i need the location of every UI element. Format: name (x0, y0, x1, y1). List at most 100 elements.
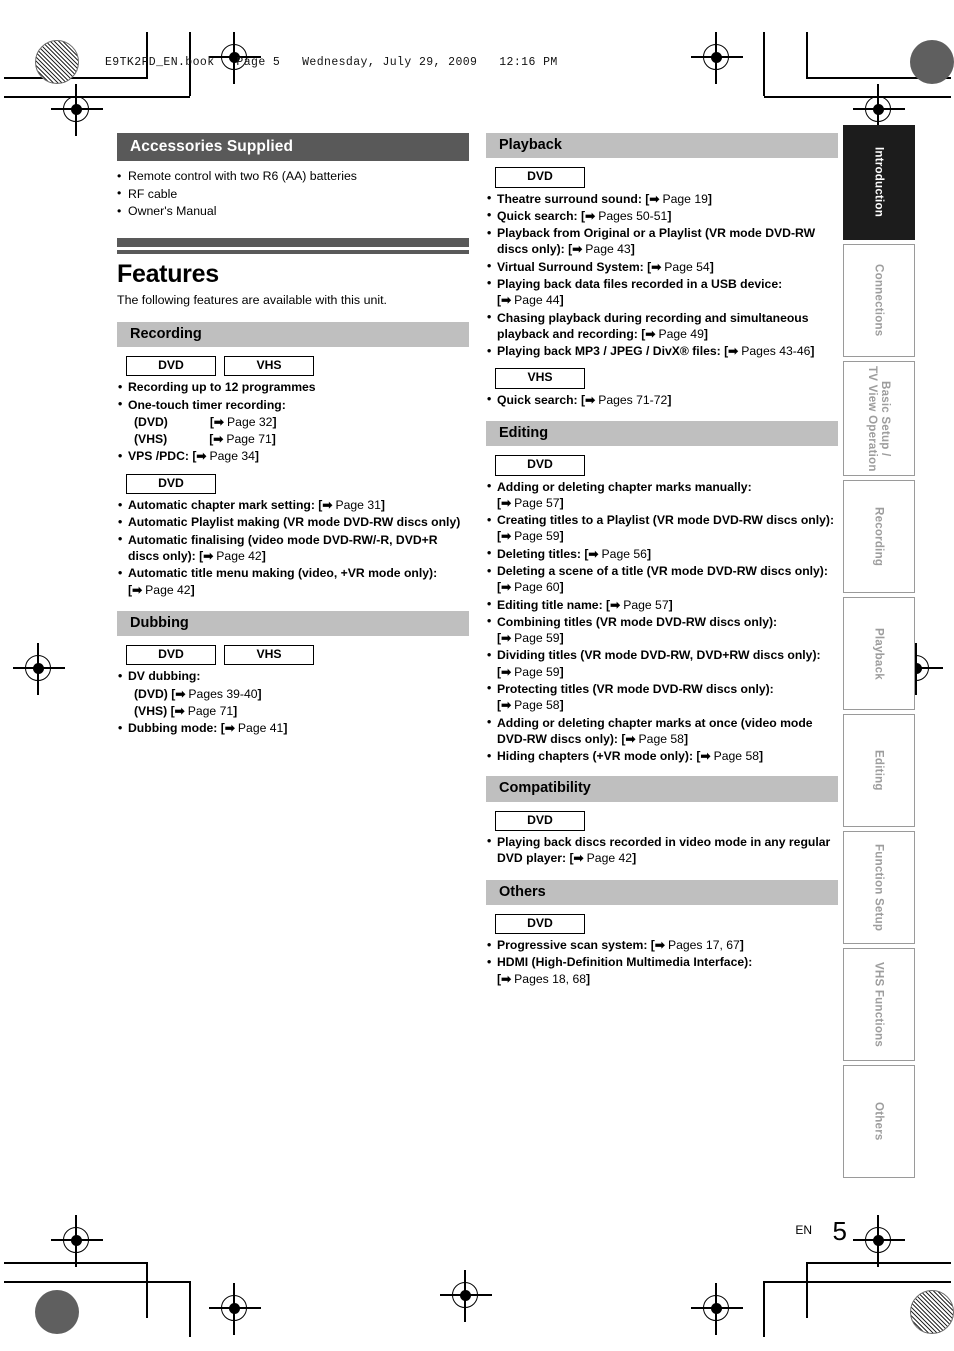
accessories-supplied-heading: Accessories Supplied (117, 133, 469, 162)
list-item: Automatic chapter mark setting: [➡ Page … (117, 497, 469, 514)
section-heading-compatibility: Compatibility (486, 776, 838, 802)
list-item: Adding or deleting chapter marks manuall… (486, 478, 838, 512)
left-column: Accessories Supplied Remote control with… (117, 133, 469, 737)
list-item: Creating titles to a Playlist (VR mode D… (486, 512, 838, 545)
list-item: (VHS) [➡ Page 71] (134, 703, 238, 718)
arrow-icon: ➡ (585, 392, 595, 407)
recording-feature-list: Recording up to 12 programmes One-touch … (117, 379, 469, 465)
arrow-icon: ➡ (700, 749, 711, 764)
thumb-index-tabs: Introduction Connections Basic Setup / T… (843, 125, 915, 1182)
list-item: Remote control with two R6 (AA) batterie… (117, 168, 469, 186)
tab-vhs-functions[interactable]: VHS Functions (843, 948, 915, 1061)
media-badges: VHS (486, 368, 838, 389)
section-heading-others: Others (486, 879, 838, 905)
page-number: 5 (832, 1216, 847, 1246)
editing-feature-list: Adding or deleting chapter marks manuall… (486, 478, 838, 765)
tab-introduction[interactable]: Introduction (843, 125, 915, 240)
badge-dvd: DVD (126, 644, 216, 666)
list-item: Progressive scan system: [➡ Pages 17, 67… (486, 937, 838, 954)
list-item: Adding or deleting chapter marks at once… (486, 714, 838, 748)
badge-dvd: DVD (495, 810, 585, 831)
page-content: Accessories Supplied Remote control with… (0, 0, 954, 1351)
arrow-icon: ➡ (174, 703, 185, 718)
accessories-list: Remote control with two R6 (AA) batterie… (117, 168, 469, 221)
arrow-icon: ➡ (224, 721, 235, 736)
list-item: Playback from Original or a Playlist (VR… (486, 225, 838, 258)
list-item: Playing back MP3 / JPEG / DivX® files: [… (486, 343, 838, 360)
list-item: Recording up to 12 programmes (117, 379, 469, 396)
tab-basic-setup-tv-view-operation[interactable]: Basic Setup / TV View Operation (843, 361, 915, 476)
features-title: Features (117, 259, 219, 288)
arrow-icon: ➡ (501, 664, 511, 679)
list-item: Dividing titles (VR mode DVD-RW, DVD+RW … (486, 647, 838, 680)
others-feature-list: Progressive scan system: [➡ Pages 17, 67… (486, 937, 838, 987)
list-item: One-touch timer recording: (117, 396, 469, 413)
tab-recording[interactable]: Recording (843, 480, 915, 593)
list-item: (DVD) [➡ Pages 39-40] (134, 686, 262, 701)
tab-connections[interactable]: Connections (843, 244, 915, 357)
arrow-icon: ➡ (175, 686, 186, 701)
list-item: Automatic title menu making (video, +VR … (117, 565, 469, 598)
badge-vhs: VHS (495, 368, 585, 389)
list-item: Deleting titles: [➡ Page 56] (486, 545, 838, 562)
tab-label: Basic Setup / TV View Operation (866, 365, 892, 472)
list-item: Quick search: [➡ Pages 50-51] (486, 207, 838, 224)
arrow-icon: ➡ (501, 293, 511, 308)
arrow-icon: ➡ (651, 259, 661, 274)
list-item: Editing title name: [➡ Page 57] (486, 596, 838, 613)
list-item: Automatic finalising (video mode DVD-RW/… (117, 531, 469, 565)
tab-label: Introduction (872, 147, 886, 218)
list-item: Hiding chapters (+VR mode only): [➡ Page… (486, 748, 838, 765)
list-item: Quick search: [➡ Pages 71-72] (486, 391, 838, 408)
arrow-icon: ➡ (501, 971, 511, 986)
media-badges: DVD VHS (117, 644, 469, 666)
compatibility-feature-list: Playing back discs recorded in video mod… (486, 833, 838, 867)
tab-others[interactable]: Others (843, 1065, 915, 1178)
media-badges: DVD (486, 167, 838, 188)
list-item: Deleting a scene of a title (VR mode DVD… (486, 563, 838, 596)
arrow-icon: ➡ (501, 698, 511, 713)
tab-label: Playback (872, 627, 886, 680)
list-item: Playing back data files recorded in a US… (486, 275, 838, 309)
arrow-icon: ➡ (501, 529, 511, 544)
list-item: Virtual Surround System: [➡ Page 54] (486, 258, 838, 275)
section-heading-playback: Playback (486, 133, 838, 159)
arrow-icon: ➡ (585, 208, 595, 223)
tab-function-setup[interactable]: Function Setup (843, 831, 915, 944)
arrow-icon: ➡ (610, 597, 620, 612)
list-item: (DVD) [➡ Page 32] (134, 414, 277, 429)
media-badges: DVD (486, 810, 838, 831)
badge-dvd: DVD (495, 167, 585, 188)
arrow-icon: ➡ (501, 631, 511, 646)
list-item: Playing back discs recorded in video mod… (486, 833, 838, 867)
list-item: Dubbing mode: [➡ Page 41] (117, 720, 469, 737)
arrow-icon: ➡ (573, 851, 584, 866)
list-item: Chasing playback during recording and si… (486, 309, 838, 343)
language-code: EN (795, 1223, 813, 1237)
arrow-icon: ➡ (588, 546, 599, 561)
media-badges: DVD (486, 455, 838, 476)
features-rule-thin (117, 249, 469, 254)
dubbing-feature-list: DV dubbing: (DVD) [➡ Pages 39-40] (VHS) … (117, 668, 469, 736)
section-heading-recording: Recording (117, 321, 469, 347)
arrow-icon: ➡ (645, 326, 656, 341)
right-column: Playback DVD Theatre surround sound: [➡ … (486, 133, 838, 988)
badge-dvd: DVD (126, 473, 216, 495)
tab-label: Editing (872, 750, 886, 791)
arrow-icon: ➡ (572, 242, 582, 257)
section-heading-dubbing: Dubbing (117, 610, 469, 636)
arrow-icon: ➡ (501, 580, 511, 595)
arrow-icon: ➡ (213, 432, 223, 447)
media-badges: DVD (117, 473, 469, 495)
section-heading-editing: Editing (486, 421, 838, 447)
tab-playback[interactable]: Playback (843, 597, 915, 710)
tab-editing[interactable]: Editing (843, 714, 915, 827)
playback-vhs-feature-list: Quick search: [➡ Pages 71-72] (486, 391, 838, 408)
arrow-icon: ➡ (196, 449, 207, 464)
badge-vhs: VHS (224, 355, 314, 377)
features-intro: The following features are available wit… (117, 292, 387, 307)
arrow-icon: ➡ (501, 495, 511, 510)
recording-dvd-feature-list: Automatic chapter mark setting: [➡ Page … (117, 497, 469, 598)
list-item: Owner's Manual (117, 203, 469, 221)
playback-dvd-feature-list: Theatre surround sound: [➡ Page 19] Quic… (486, 190, 838, 360)
